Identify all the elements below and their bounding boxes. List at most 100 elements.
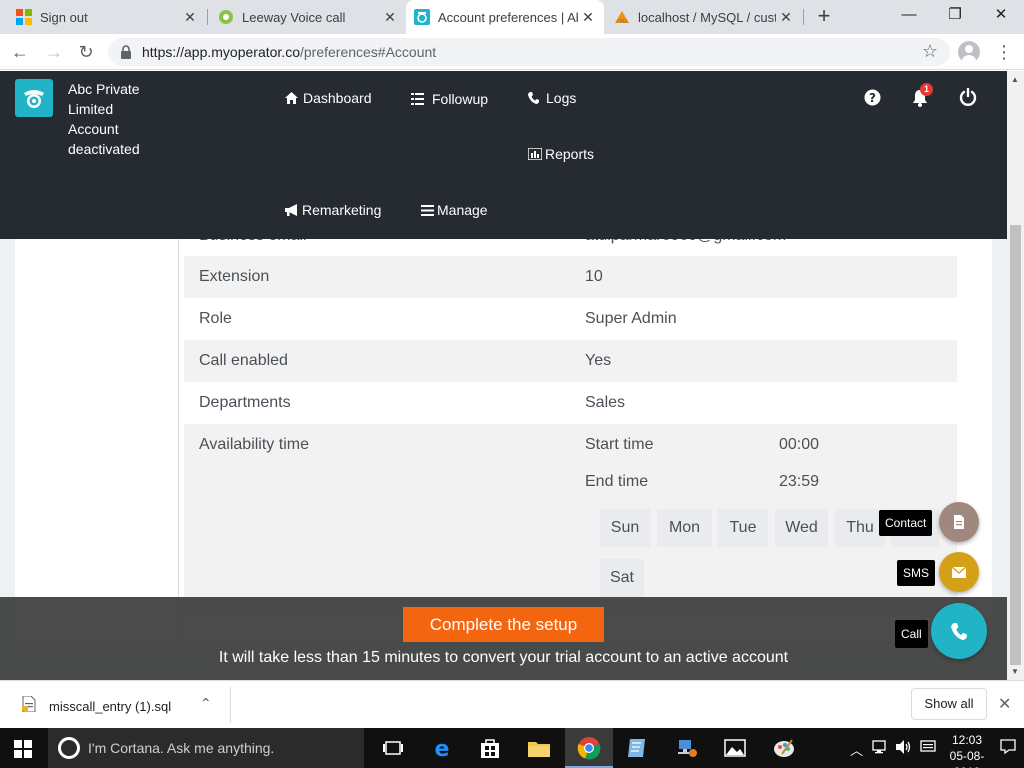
system-clock[interactable]: 12:03 05-08-2019 [944,732,990,768]
action-center-icon[interactable] [1000,738,1016,757]
day-sat: Sat [600,559,644,597]
cortana-icon [58,737,80,759]
bookmark-star-icon[interactable]: ☆ [922,41,938,62]
close-window-button[interactable]: ✕ [978,0,1024,32]
network-icon[interactable] [872,739,888,758]
setup-banner: Complete the setup It will take less tha… [0,597,1007,680]
store-icon[interactable] [478,736,502,760]
hamburger-icon [421,204,434,216]
tab-close-icon[interactable]: ✕ [776,9,796,26]
call-fab-button[interactable] [931,603,987,659]
nav-followup[interactable]: Followup [411,91,488,107]
start-time-label: Start time [585,436,654,453]
nav-remarketing[interactable]: Remarketing [285,202,381,218]
nav-label: Remarketing [302,202,382,218]
network-app-icon[interactable] [675,736,699,760]
day-mon: Mon [657,509,712,547]
scroll-thumb[interactable] [1010,225,1021,665]
nav-logs[interactable]: Logs [528,90,576,106]
phone-icon [951,622,967,640]
contact-fab-button[interactable] [939,502,979,542]
browser-menu-icon[interactable]: ⋮ [995,41,1013,63]
restore-button[interactable]: ❐ [932,0,978,32]
cortana-search-box[interactable]: I'm Cortana. Ask me anything. [48,728,364,768]
tab-close-icon[interactable]: ✕ [578,9,598,26]
profile-avatar[interactable] [958,41,980,63]
scroll-down-arrow-icon[interactable]: ▼ [1011,667,1019,676]
clock-date: 05-08-2019 [949,749,985,768]
scroll-up-arrow-icon[interactable]: ▲ [1011,75,1019,84]
complete-setup-button[interactable]: Complete the setup [403,607,604,642]
browser-toolbar: ← → ↻ https://app.myoperator.co/preferen… [0,34,1024,70]
row-value: Yes [585,352,612,369]
tab-phpmyadmin[interactable]: PMA localhost / MySQL / custo ✕ [606,0,802,34]
task-view-icon[interactable] [381,736,405,760]
nav-manage[interactable]: Manage [421,202,488,218]
chrome-icon [577,737,601,760]
row-label: Availability time [199,436,309,453]
page-scrollbar[interactable]: ▲ ▼ [1007,71,1024,680]
url-path: /preferences#Account [299,44,437,60]
ime-keyboard-icon[interactable] [920,739,936,758]
photos-icon[interactable] [723,736,747,760]
role-row: Role Super Admin [184,298,957,340]
tab-sign-out[interactable]: Sign out ✕ [8,0,206,34]
tray-overflow-chevron-icon[interactable]: ︿ [850,740,863,759]
company-line: Abc Private [68,81,140,97]
tab-close-icon[interactable]: ✕ [380,9,400,26]
tab-separator [803,9,804,25]
back-button[interactable]: ← [8,40,32,64]
home-icon [285,92,298,104]
new-tab-button[interactable]: + [812,5,836,29]
call-enabled-row: Call enabled Yes [184,340,957,382]
chrome-taskbar-item[interactable] [565,728,613,768]
download-file-name[interactable]: misscall_entry (1).sql [49,699,171,714]
file-icon [22,695,36,717]
close-shelf-icon[interactable]: ✕ [998,694,1011,714]
paint-icon[interactable] [772,736,796,760]
browser-tab-strip: Sign out ✕ Leeway Voice call ✕ Account p… [0,0,1024,34]
nav-reports[interactable]: Reports [528,146,594,162]
minimize-button[interactable]: — [886,0,932,32]
day-thu: Thu [835,509,885,547]
edge-browser-icon[interactable]: e [430,736,454,762]
envelope-icon [952,566,966,578]
chevron-up-icon[interactable]: ⌃ [200,695,212,712]
day-sun: Sun [600,509,650,547]
myoperator-logo[interactable] [15,79,53,117]
row-label: Departments [199,394,291,411]
help-icon[interactable]: ? [864,89,881,111]
page-viewport: Business email atulparmar6060@gmail.com … [0,71,1007,680]
windows-start-icon[interactable] [14,740,32,763]
sms-fab-button[interactable] [939,552,979,592]
downloads-shelf: misscall_entry (1).sql ⌃ Show all ✕ [0,680,1024,728]
address-bar[interactable]: https://app.myoperator.co/preferences#Ac… [108,38,950,66]
tab-leeway-voice-call[interactable]: Leeway Voice call ✕ [210,0,406,34]
file-explorer-icon[interactable] [527,736,551,760]
tab-account-preferences[interactable]: Account preferences | Ab ✕ [406,0,604,34]
power-icon[interactable] [959,87,977,111]
url-host: https://app.myoperator.co [142,44,300,60]
svg-text:e: e [435,737,450,760]
app-header: Abc Private Limited Account deactivated … [0,71,1007,239]
call-fab-label: Call [895,620,928,648]
nav-dashboard[interactable]: Dashboard [285,90,372,106]
phone-icon [528,92,539,104]
start-time-value: 00:00 [779,436,820,453]
row-value: Sales [585,394,626,411]
notepad-icon[interactable] [625,736,649,760]
company-line: Account [68,121,119,137]
show-all-button[interactable]: Show all [911,688,987,720]
nav-label: Logs [546,90,577,106]
reload-button[interactable]: ↻ [74,40,98,64]
volume-icon[interactable] [895,739,913,758]
row-label: Role [199,310,232,327]
sidebar-divider [178,221,179,641]
nav-label: Reports [545,146,595,162]
nav-label: Dashboard [303,90,372,106]
tab-close-icon[interactable]: ✕ [180,9,200,26]
end-time-value: 23:59 [779,473,820,490]
company-name: Abc Private Limited Account deactivated [68,79,178,159]
forward-button[interactable]: → [42,40,66,64]
leeway-favicon-icon [218,9,234,25]
